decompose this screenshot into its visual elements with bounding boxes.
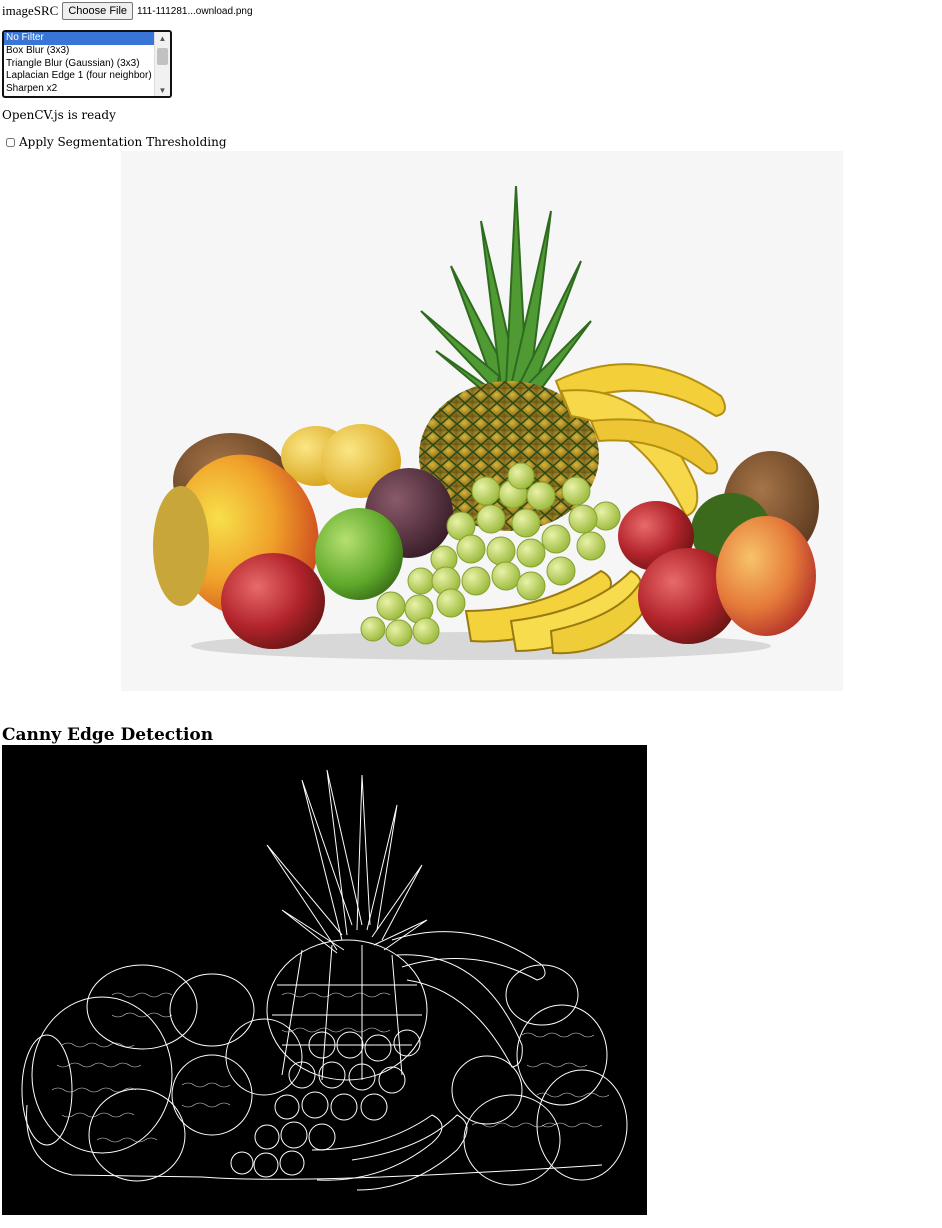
filter-option-triangle-blur[interactable]: Triangle Blur (Gaussian) (3x3) [4,58,154,71]
fruit-image-art [153,185,819,660]
scroll-up-icon[interactable]: ▲ [155,32,170,44]
filter-option-laplacian-edge[interactable]: Laplacian Edge 1 (four neighbor) [4,70,154,83]
selected-file-name: 111-111281...ownload.png [137,5,253,17]
filter-option-box-blur[interactable]: Box Blur (3x3) [4,45,154,58]
canny-output-canvas [2,745,647,1215]
filter-select[interactable]: No Filter Box Blur (3x3) Triangle Blur (… [2,30,172,98]
segmentation-option[interactable]: Apply Segmentation Thresholding [6,135,227,149]
filter-option-sharpen[interactable]: Sharpen x2 [4,83,154,96]
image-src-label: imageSRC [2,3,59,18]
filter-option-no-filter[interactable]: No Filter [4,32,154,45]
opencv-status: OpenCV.js is ready [2,108,116,122]
scroll-thumb[interactable] [157,48,168,65]
segmentation-label: Apply Segmentation Thresholding [19,135,227,149]
page: imageSRC Choose File 111-111281...ownloa… [0,0,942,1228]
source-image [121,151,843,691]
choose-file-button[interactable]: Choose File [62,2,134,20]
filter-scrollbar[interactable]: ▲ ▼ [154,32,170,96]
scroll-down-icon[interactable]: ▼ [155,84,170,96]
file-input-row: imageSRC Choose File 111-111281...ownloa… [2,2,253,20]
filter-options: No Filter Box Blur (3x3) Triangle Blur (… [4,32,154,96]
canny-heading: Canny Edge Detection [2,725,214,745]
canny-edge-art [21,769,628,1191]
segmentation-checkbox[interactable] [6,137,15,147]
